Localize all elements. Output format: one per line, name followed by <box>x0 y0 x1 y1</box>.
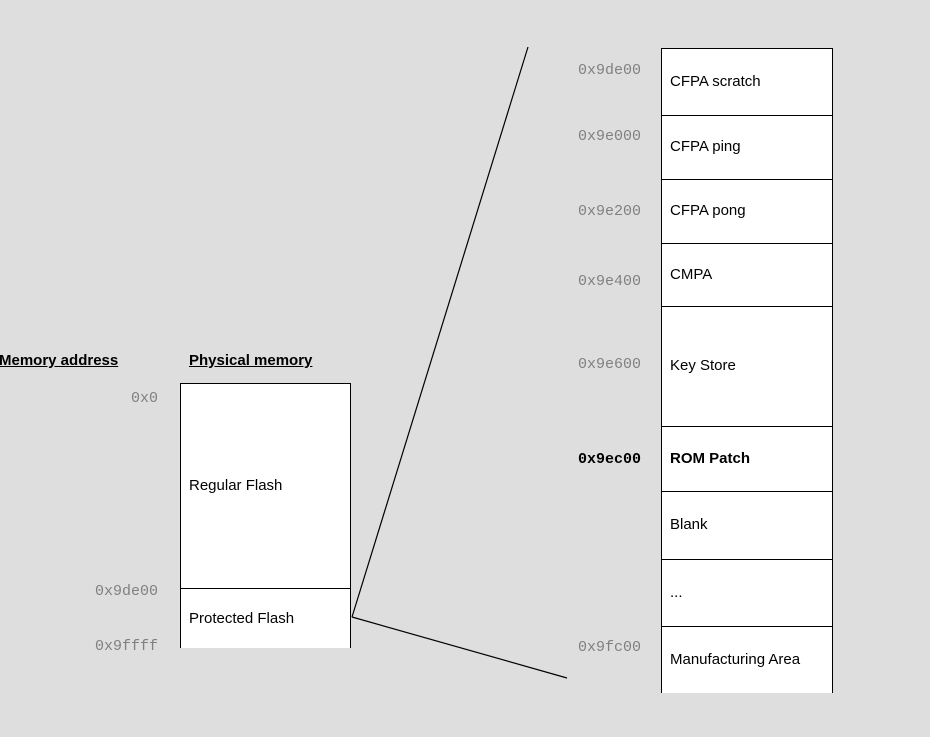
detail-segment-label: Manufacturing Area <box>670 650 801 668</box>
physical-segment-protected-flash: Protected Flash <box>181 588 350 648</box>
detail-segment-label: CFPA ping <box>670 138 741 156</box>
detail-segment-label: CFPA scratch <box>670 72 761 90</box>
detail-address-label: 0x9e000 <box>577 128 641 145</box>
detail-address-label: 0x9e400 <box>577 273 641 290</box>
detail-segment-label: Blank <box>670 516 708 534</box>
detail-segment: CMPA <box>662 243 832 306</box>
detail-segment: CFPA ping <box>662 115 832 179</box>
detail-address-label: 0x9ec00 <box>577 451 641 468</box>
column-header-physical-memory: Physical memory <box>189 352 313 369</box>
detail-segment-label: Key Store <box>670 357 736 375</box>
physical-segment-regular-flash: Regular Flash <box>181 384 350 588</box>
detail-segment: Manufacturing Area <box>662 626 832 693</box>
physical-memory-block: Regular Flash Protected Flash <box>180 383 351 648</box>
memory-address-label: 0x9de00 <box>94 583 158 600</box>
physical-segment-label: Protected Flash <box>189 609 295 627</box>
protected-flash-detail-block: CFPA scratch CFPA ping CFPA pong CMPA Key St… <box>661 48 833 693</box>
detail-segment: CFPA pong <box>662 179 832 243</box>
detail-segment-label: CMPA <box>670 265 713 283</box>
detail-address-label: 0x9e600 <box>577 356 641 373</box>
column-header-memory-address: Memory address <box>0 352 119 369</box>
detail-address-label: 0x9e200 <box>577 203 641 220</box>
detail-segment: Blank <box>662 491 832 559</box>
detail-segment: ROM Patch <box>662 426 832 491</box>
physical-segment-label: Regular Flash <box>189 477 283 495</box>
diagram-canvas: Memory address Physical memory 0x0 0x9de0… <box>0 0 941 745</box>
detail-segment-label: ... <box>670 583 683 601</box>
detail-segment: CFPA scratch <box>662 49 832 115</box>
detail-address-label: 0x9de00 <box>577 62 641 79</box>
detail-segment: Key Store <box>662 306 832 426</box>
memory-address-label: 0x9ffff <box>94 638 158 655</box>
detail-address-label: 0x9fc00 <box>577 639 641 656</box>
detail-segment-label: ROM Patch <box>670 449 751 467</box>
detail-segment: ... <box>662 559 832 626</box>
detail-segment-label: CFPA pong <box>670 202 746 220</box>
memory-address-label: 0x0 <box>130 390 158 407</box>
